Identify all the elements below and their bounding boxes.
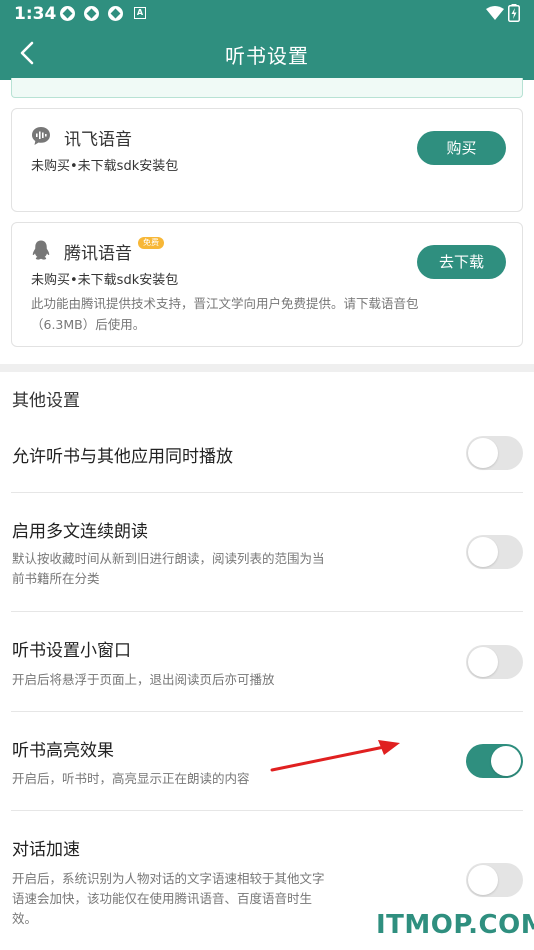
setting-title: 对话加速 — [12, 840, 80, 860]
voice-engine-name: 讯飞语音 — [64, 130, 132, 150]
voice-bubble-icon — [32, 127, 50, 145]
voice-engine-status: 未购买•未下载sdk安装包 — [31, 273, 179, 288]
toggle-switch[interactable] — [466, 436, 523, 470]
toggle-knob — [468, 865, 498, 895]
annotation-arrow-icon — [270, 740, 400, 772]
status-time: 1:34 — [14, 4, 57, 24]
status-right-icons — [486, 4, 520, 22]
setting-title: 听书高亮效果 — [12, 741, 114, 761]
setting-title: 听书设置小窗口 — [12, 641, 131, 661]
section-title-other-settings: 其他设置 — [12, 391, 80, 411]
a-notification-icon: A — [134, 7, 146, 19]
app-notification-icon — [108, 6, 123, 21]
setting-row-highlight-effect: 听书高亮效果 开启后，听书时，高亮显示正在朗读的内容 — [11, 712, 523, 810]
voice-engine-status: 未购买•未下载sdk安装包 — [31, 159, 179, 174]
status-bar: 1:34 A — [0, 0, 534, 28]
battery-icon — [508, 4, 520, 22]
toggle-knob — [468, 647, 498, 677]
voice-card-partial — [11, 78, 523, 98]
toggle-knob — [468, 537, 498, 567]
voice-card-xunfei: 讯飞语音 未购买•未下载sdk安装包 购买 — [11, 108, 523, 212]
page-title: 听书设置 — [225, 44, 309, 68]
toggle-switch[interactable] — [466, 744, 523, 778]
toggle-knob — [491, 746, 521, 776]
setting-title: 允许听书与其他应用同时播放 — [12, 447, 233, 467]
toggle-switch[interactable] — [466, 645, 523, 679]
toggle-switch[interactable] — [466, 535, 523, 569]
app-notification-icon — [60, 6, 75, 21]
toggle-knob — [468, 438, 498, 468]
voice-card-tencent: 腾讯语音 免费 未购买•未下载sdk安装包 此功能由腾讯提供技术支持，晋江文学向… — [11, 222, 523, 347]
setting-description: 开启后，系统识别为人物对话的文字语速相较于其他文字语速会加快，该功能仅在使用腾讯… — [12, 871, 325, 926]
app-header: 1:34 A 听书设置 — [0, 0, 534, 80]
qq-penguin-icon — [32, 240, 50, 260]
voice-engine-description: 此功能由腾讯提供技术支持，晋江文学向用户免费提供。请下载语音包（6.3MB）后使… — [31, 296, 419, 332]
free-badge: 免费 — [138, 237, 164, 249]
setting-row-floating-window: 听书设置小窗口 开启后将悬浮于页面上，退出阅读页后亦可播放 — [11, 612, 523, 711]
setting-description: 默认按收藏时间从新到旧进行朗读，阅读列表的范围为当前书籍所在分类 — [12, 551, 325, 586]
buy-button[interactable]: 购买 — [417, 131, 506, 165]
setting-row-allow-mix-playback: 允许听书与其他应用同时播放 — [11, 420, 523, 492]
voice-engine-name: 腾讯语音 — [64, 244, 132, 264]
setting-row-continuous-reading: 启用多文连续朗读 默认按收藏时间从新到旧进行朗读，阅读列表的范围为当前书籍所在分… — [11, 493, 523, 611]
toggle-switch[interactable] — [466, 863, 523, 897]
app-notification-icon — [84, 6, 99, 21]
section-divider — [0, 364, 534, 372]
setting-title: 启用多文连续朗读 — [12, 522, 148, 542]
watermark: ITMOP.COM — [376, 910, 534, 940]
download-button[interactable]: 去下载 — [417, 245, 506, 279]
wifi-icon — [486, 6, 504, 20]
setting-description: 开启后将悬浮于页面上，退出阅读页后亦可播放 — [12, 672, 275, 687]
